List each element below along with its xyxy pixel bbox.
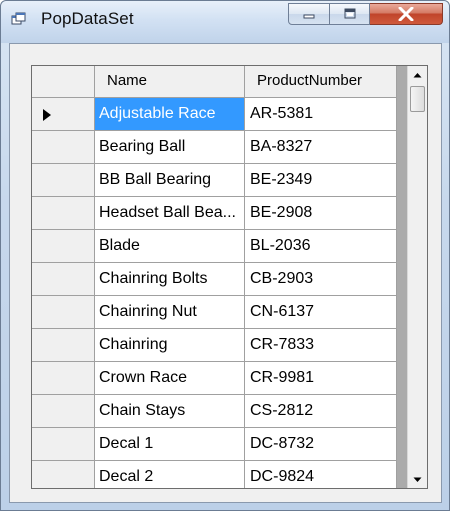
title-bar[interactable]: PopDataSet <box>1 1 449 43</box>
cell-productnumber[interactable]: AR-5381 <box>245 98 397 131</box>
scroll-thumb[interactable] <box>410 86 425 112</box>
minimize-button[interactable] <box>288 3 330 25</box>
cell-name[interactable]: Chainring <box>95 329 245 362</box>
cell-name[interactable]: Chainring Nut <box>95 296 245 329</box>
column-header-productnumber[interactable]: ProductNumber <box>245 66 397 98</box>
app-window: PopDataSet Name ProductNumber Adjustable… <box>0 0 450 511</box>
select-all-corner[interactable] <box>32 66 95 98</box>
table-row[interactable]: Decal 2 DC-9824 <box>32 461 407 488</box>
grid-body: Name ProductNumber Adjustable Race AR-538… <box>32 66 407 488</box>
row-header[interactable] <box>32 428 95 461</box>
table-row[interactable]: Blade BL-2036 <box>32 230 407 263</box>
table-row[interactable]: Chainring Nut CN-6137 <box>32 296 407 329</box>
cell-productnumber[interactable]: BE-2908 <box>245 197 397 230</box>
table-row[interactable]: Chainring CR-7833 <box>32 329 407 362</box>
cell-productnumber[interactable]: BL-2036 <box>245 230 397 263</box>
close-icon <box>398 7 414 21</box>
row-header[interactable] <box>32 362 95 395</box>
cell-productnumber[interactable]: CB-2903 <box>245 263 397 296</box>
table-row[interactable]: Decal 1 DC-8732 <box>32 428 407 461</box>
scroll-down-button[interactable] <box>408 471 427 488</box>
window-title: PopDataSet <box>41 9 134 28</box>
cell-productnumber[interactable]: DC-8732 <box>245 428 397 461</box>
row-header[interactable] <box>32 98 95 131</box>
cell-productnumber[interactable]: CR-9981 <box>245 362 397 395</box>
form-icon[interactable] <box>11 12 27 28</box>
cell-name[interactable]: Bearing Ball <box>95 131 245 164</box>
cell-productnumber[interactable]: CS-2812 <box>245 395 397 428</box>
form-client-area: Name ProductNumber Adjustable Race AR-538… <box>9 43 442 503</box>
row-header[interactable] <box>32 197 95 230</box>
column-header-row: Name ProductNumber <box>32 66 407 98</box>
data-grid[interactable]: Name ProductNumber Adjustable Race AR-538… <box>31 65 428 489</box>
maximize-icon <box>344 8 355 19</box>
table-row[interactable]: Headset Ball Bea... BE-2908 <box>32 197 407 230</box>
table-row[interactable]: Bearing Ball BA-8327 <box>32 131 407 164</box>
cell-name[interactable]: Headset Ball Bea... <box>95 197 245 230</box>
row-header[interactable] <box>32 230 95 263</box>
scroll-down-arrow-icon <box>413 477 422 482</box>
close-button[interactable] <box>370 3 443 25</box>
row-header[interactable] <box>32 296 95 329</box>
scroll-up-arrow-icon <box>413 72 422 77</box>
cell-name[interactable]: Crown Race <box>95 362 245 395</box>
cell-productnumber[interactable]: DC-9824 <box>245 461 397 488</box>
cell-name[interactable]: Adjustable Race <box>95 98 245 131</box>
row-header[interactable] <box>32 461 95 488</box>
cell-productnumber[interactable]: CN-6137 <box>245 296 397 329</box>
table-row[interactable]: Chain Stays CS-2812 <box>32 395 407 428</box>
row-header[interactable] <box>32 263 95 296</box>
scroll-up-button[interactable] <box>408 66 427 83</box>
vertical-scrollbar[interactable] <box>407 66 427 488</box>
cell-name[interactable]: Chainring Bolts <box>95 263 245 296</box>
current-row-arrow-icon <box>43 109 51 121</box>
maximize-button[interactable] <box>330 3 370 25</box>
row-header[interactable] <box>32 131 95 164</box>
cell-name[interactable]: BB Ball Bearing <box>95 164 245 197</box>
cell-name[interactable]: Decal 1 <box>95 428 245 461</box>
cell-name[interactable]: Decal 2 <box>95 461 245 488</box>
table-row[interactable]: Chainring Bolts CB-2903 <box>32 263 407 296</box>
table-row[interactable]: Adjustable Race AR-5381 <box>32 98 407 131</box>
table-row[interactable]: BB Ball Bearing BE-2349 <box>32 164 407 197</box>
row-header[interactable] <box>32 395 95 428</box>
cell-productnumber[interactable]: BE-2349 <box>245 164 397 197</box>
row-header[interactable] <box>32 164 95 197</box>
cell-productnumber[interactable]: BA-8327 <box>245 131 397 164</box>
row-header[interactable] <box>32 329 95 362</box>
cell-productnumber[interactable]: CR-7833 <box>245 329 397 362</box>
minimize-icon <box>303 14 315 19</box>
cell-name[interactable]: Chain Stays <box>95 395 245 428</box>
table-row[interactable]: Crown Race CR-9981 <box>32 362 407 395</box>
column-header-name[interactable]: Name <box>95 66 245 98</box>
cell-name[interactable]: Blade <box>95 230 245 263</box>
